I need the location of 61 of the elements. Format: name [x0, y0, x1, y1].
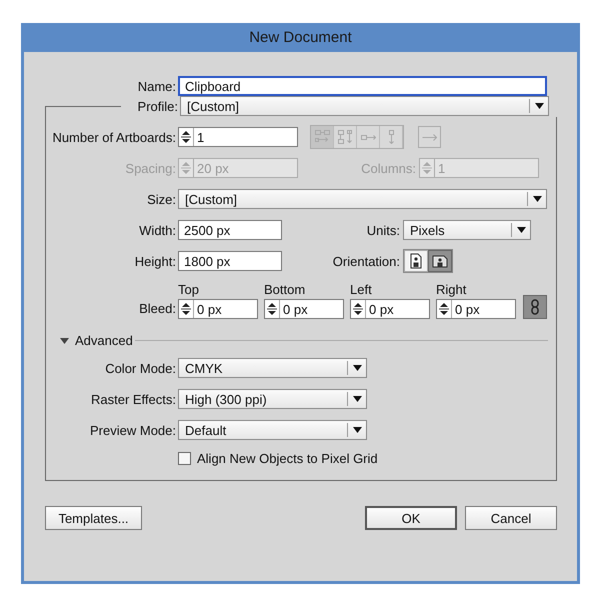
- caret-icon: [534, 103, 544, 109]
- field-label: Left: [350, 282, 373, 298]
- bleed-field[interactable]: 0 px: [178, 299, 258, 319]
- field-label: Name:: [136, 78, 176, 94]
- caret-icon: [352, 427, 362, 433]
- layout-icon: [360, 134, 376, 140]
- spinner-icon[interactable]: [437, 300, 452, 318]
- field-label: Units:: [366, 222, 400, 238]
- spinner-icon[interactable]: [265, 300, 280, 318]
- layout-icon: [314, 130, 330, 144]
- layout-icon: [388, 130, 394, 144]
- field-label: Number of Artboards:: [51, 130, 176, 144]
- width-field[interactable]: 2500 px: [178, 220, 282, 240]
- window-title: New Document: [249, 29, 352, 46]
- caret-icon: [532, 196, 542, 202]
- field-label: Height:: [134, 254, 176, 268]
- field-label: Raster Effects:: [90, 392, 176, 406]
- orientation-button[interactable]: [404, 250, 428, 272]
- field-label: Bleed:: [138, 300, 176, 318]
- dialog-button[interactable]: Templates...: [45, 506, 142, 530]
- dropdown[interactable]: Default: [178, 420, 367, 440]
- artboards-field[interactable]: 1: [178, 127, 298, 147]
- advanced-toggle[interactable]: Advanced: [60, 333, 133, 348]
- dropdown[interactable]: CMYK: [178, 358, 367, 378]
- chain-link-icon: [530, 299, 540, 315]
- field-label: Columns:: [360, 160, 416, 176]
- link-button[interactable]: [523, 295, 547, 319]
- landscape-icon: [432, 254, 448, 268]
- bleed-field[interactable]: 0 px: [350, 299, 430, 319]
- caret-icon: [352, 396, 362, 402]
- dropdown[interactable]: Pixels: [403, 220, 531, 240]
- spinner-icon[interactable]: [179, 128, 194, 146]
- caret-icon: [516, 227, 526, 233]
- portrait-icon: [409, 253, 423, 269]
- dialog-button[interactable]: OK: [365, 506, 457, 530]
- field-label: Color Mode:: [104, 360, 176, 376]
- field-label: Profile:: [136, 98, 178, 114]
- bleed-field[interactable]: 0 px: [436, 299, 516, 319]
- field-label: Orientation:: [332, 254, 400, 268]
- spinner-icon[interactable]: [351, 300, 366, 318]
- dialog-button[interactable]: Cancel: [465, 506, 557, 530]
- dropdown[interactable]: [Custom]: [178, 189, 547, 209]
- orientation-button[interactable]: [428, 250, 452, 272]
- height-field[interactable]: 1800 px: [178, 251, 282, 271]
- field-label: Right: [436, 282, 468, 298]
- disclosure-triangle-icon: [60, 338, 69, 344]
- field-label: Preview Mode:: [89, 422, 176, 438]
- layout-icon: [422, 134, 437, 140]
- dropdown[interactable]: [Custom]: [180, 96, 549, 116]
- spinner-icon[interactable]: [179, 300, 194, 318]
- pixel-grid-checkbox[interactable]: Align New Objects to Pixel Grid: [178, 450, 378, 466]
- caret-icon: [352, 365, 362, 371]
- field-label: Width:: [138, 222, 176, 238]
- field-label: Spacing:: [124, 160, 176, 176]
- name-field[interactable]: Clipboard: [178, 76, 547, 96]
- dropdown[interactable]: High (300 ppi): [178, 389, 367, 409]
- field-label: Size:: [146, 192, 176, 206]
- field-label: Top: [178, 282, 200, 298]
- field-label: Bottom: [264, 282, 306, 298]
- layout-icon: [338, 130, 352, 144]
- bleed-field[interactable]: 0 px: [264, 299, 344, 319]
